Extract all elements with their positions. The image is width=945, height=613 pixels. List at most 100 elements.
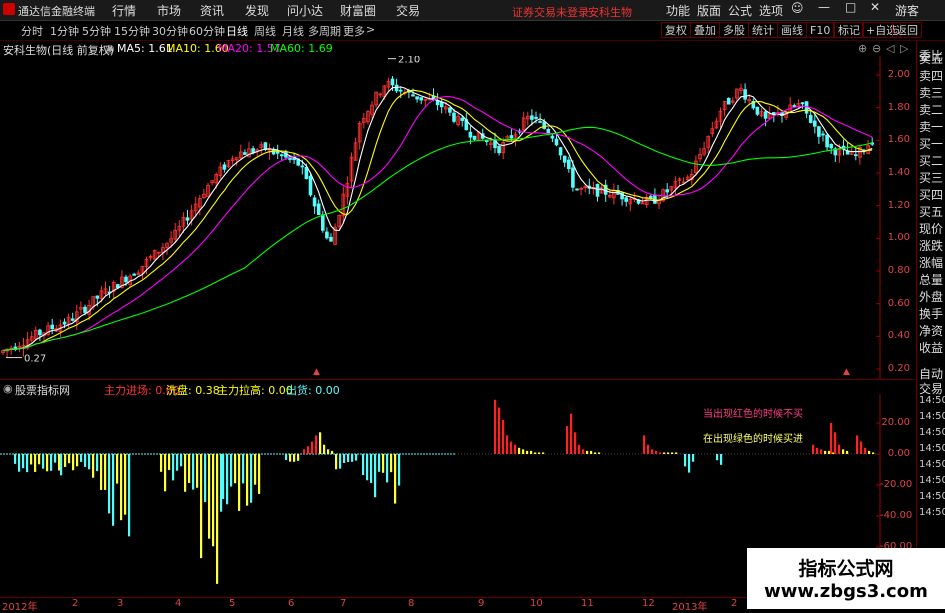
quote-label: 14:50 <box>919 427 945 438</box>
x-label: 8 <box>408 598 415 609</box>
indicator-bar <box>285 454 288 461</box>
candle-body <box>567 159 571 170</box>
candle-body <box>571 167 575 188</box>
candle-body <box>38 329 42 336</box>
indicator-bar <box>386 454 389 483</box>
indicator-bar <box>655 450 658 454</box>
indicator-bar <box>22 454 25 469</box>
menu-gongneng[interactable]: 功能 <box>666 2 690 19</box>
price-axis: 2.00 1.80 1.60 1.40 1.20 1.00 0.80 0.60 0.40 0.20 <box>880 56 915 379</box>
more-chevron-icon[interactable]: > <box>366 23 375 36</box>
indicator-bar <box>716 454 719 461</box>
minimize-icon[interactable]: — <box>818 0 830 14</box>
guest-label[interactable]: 游客 <box>895 2 919 19</box>
indicator-bar <box>538 452 541 454</box>
indicator-bar <box>220 454 223 512</box>
candle-body <box>554 138 559 146</box>
period-1min[interactable]: 1分钟 <box>50 23 79 39</box>
x-label: 11 <box>581 598 594 609</box>
indicator-bar <box>566 426 569 454</box>
indicator-bar <box>398 454 401 486</box>
indicator-bar <box>846 450 849 454</box>
app-logo-icon <box>3 3 15 15</box>
stats-button[interactable]: 统计 <box>748 22 778 38</box>
menu-shichang[interactable]: 市场 <box>157 2 181 19</box>
menu-caifuquan[interactable]: 财富圈 <box>340 2 376 19</box>
overlay-button[interactable]: 叠加 <box>690 22 720 38</box>
x-label: 10 <box>530 598 543 609</box>
quote-label: 卖三 <box>919 86 944 100</box>
candle-body <box>534 116 538 119</box>
indicator-bar <box>667 452 670 454</box>
candle-body <box>316 203 321 216</box>
indicator-bar <box>514 444 517 454</box>
candle-body <box>275 150 280 154</box>
candle-body <box>279 154 284 157</box>
period-multi[interactable]: 多周期 <box>308 23 341 39</box>
fuquan-button[interactable]: 复权 <box>661 22 691 38</box>
trade-login-warning[interactable]: 证券交易未登录 <box>512 4 589 20</box>
kline-chart[interactable]: 2.10 0.27 ▲ ▲ <box>0 56 915 379</box>
period-5min[interactable]: 5分钟 <box>82 23 111 39</box>
multi-stock-button[interactable]: 多股 <box>719 22 749 38</box>
indicator-bar <box>38 454 41 465</box>
next-icon[interactable]: ▷ <box>900 42 908 55</box>
indicator-bar <box>222 454 225 499</box>
quote-label: 净资 <box>919 324 944 338</box>
zoom-out-icon[interactable]: ⊖ <box>872 42 881 55</box>
x-label: 2013年 <box>672 602 708 613</box>
indicator-bar <box>208 454 211 539</box>
zoom-in-icon[interactable]: ⊕ <box>858 42 867 55</box>
period-30min[interactable]: 30分钟 <box>152 23 188 39</box>
period-60min[interactable]: 60分钟 <box>189 23 225 39</box>
quote-label: 14:50 <box>919 411 945 422</box>
menu-xuanxiang[interactable]: 选项 <box>759 2 783 19</box>
f10-button[interactable]: F10 <box>806 22 835 38</box>
period-15min[interactable]: 15分钟 <box>114 23 150 39</box>
maximize-icon[interactable]: □ <box>845 0 856 14</box>
menu-jiaoyi[interactable]: 交易 <box>396 2 420 19</box>
candle-body <box>800 102 805 105</box>
quote-label: 14:50 <box>919 459 945 470</box>
indicator-bar <box>42 454 45 469</box>
indicator-bar <box>293 454 296 462</box>
period-toolbar: 分时 1分钟 5分钟 15分钟 30分钟 60分钟 日线 周线 月线 多周期 更… <box>0 21 945 41</box>
indicator-bar <box>18 454 21 472</box>
candle-body <box>829 143 833 149</box>
user-icon[interactable]: ☺ <box>791 1 804 15</box>
close-icon[interactable]: ✕ <box>870 0 880 14</box>
app-title: 通达信金融终端 <box>18 5 95 18</box>
menu-wenxiaoda[interactable]: 问小达 <box>287 2 323 19</box>
period-more[interactable]: 更多 <box>343 23 365 39</box>
indicator-bar <box>374 454 377 498</box>
candle-body <box>821 133 825 136</box>
settings-icon[interactable]: ◉ <box>105 42 115 55</box>
indicator-bar <box>522 449 525 454</box>
indicator-bar <box>112 454 115 526</box>
indicator-bar <box>319 432 322 454</box>
candle-body <box>854 154 858 157</box>
period-daily[interactable]: 日线 <box>226 23 248 39</box>
menu-banmian[interactable]: 版面 <box>697 2 721 19</box>
indicator-bar <box>582 449 585 454</box>
period-monthly[interactable]: 月线 <box>282 23 304 39</box>
period-fenshi[interactable]: 分时 <box>21 23 43 39</box>
draw-line-button[interactable]: 画线 <box>777 22 807 38</box>
menu-faxian[interactable]: 发现 <box>245 2 269 19</box>
price-tick-label: 0.80 <box>887 265 910 276</box>
indicator-bar <box>116 454 119 484</box>
prev-icon[interactable]: ◁ <box>886 42 894 55</box>
menu-zixun[interactable]: 资讯 <box>200 2 224 19</box>
menu-gongshi[interactable]: 公式 <box>728 2 752 19</box>
back-button[interactable]: 返回 <box>892 22 922 38</box>
mark-button[interactable]: 标记 <box>834 22 864 38</box>
menu-hangqing[interactable]: 行情 <box>112 2 136 19</box>
candle-body <box>468 131 473 138</box>
indicator-bar <box>50 454 53 471</box>
candle-body <box>472 135 477 140</box>
period-weekly[interactable]: 周线 <box>254 23 276 39</box>
indicator-bar <box>671 452 674 454</box>
candle-body <box>792 105 797 108</box>
indicator-bar <box>34 454 37 472</box>
indicator-bar <box>578 444 581 454</box>
